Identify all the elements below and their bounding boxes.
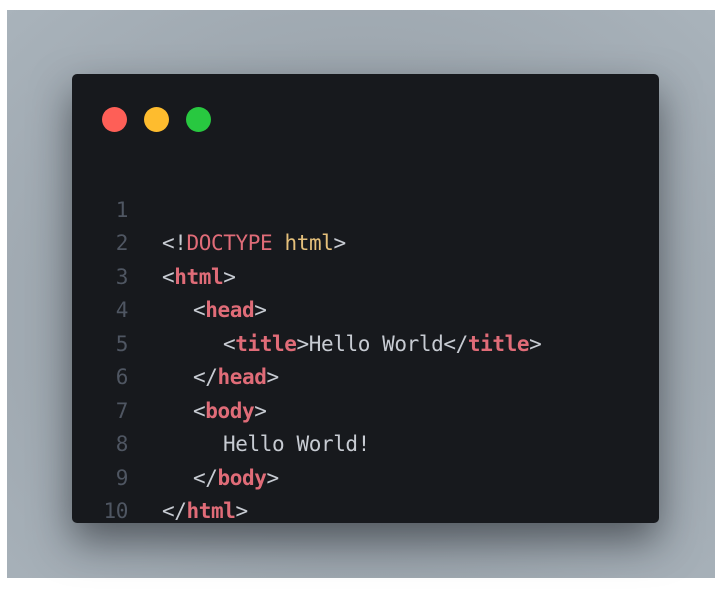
- line-content: </html>: [162, 495, 248, 529]
- code-line: 10: [72, 462, 659, 523]
- code-line: 8 </body>: [72, 395, 659, 490]
- tag-name: html: [186, 499, 236, 523]
- code-line: 2 <html>: [72, 194, 659, 289]
- code-line: 7 Hello World!: [72, 361, 659, 457]
- code-line: 5 </head>: [72, 294, 659, 390]
- code-line: 6 <body>: [72, 328, 659, 423]
- maximize-dot-icon[interactable]: [186, 107, 211, 132]
- code-line: 4 <title>Hello World</title>: [72, 261, 659, 356]
- code-line: 1 <!DOCTYPE html>: [72, 160, 659, 256]
- punctuation: </: [162, 499, 187, 523]
- line-number: 10: [103, 499, 129, 523]
- code-line: 9 </html>: [72, 428, 659, 524]
- code-editor[interactable]: 1 <!DOCTYPE html> 2 <html> 3 <head> 4 <t…: [72, 160, 659, 524]
- minimize-dot-icon[interactable]: [144, 107, 169, 132]
- close-dot-icon[interactable]: [102, 107, 127, 132]
- punctuation: >: [235, 499, 248, 523]
- code-window: 1 <!DOCTYPE html> 2 <html> 3 <head> 4 <t…: [72, 74, 659, 523]
- code-line: 3 <head>: [72, 227, 659, 323]
